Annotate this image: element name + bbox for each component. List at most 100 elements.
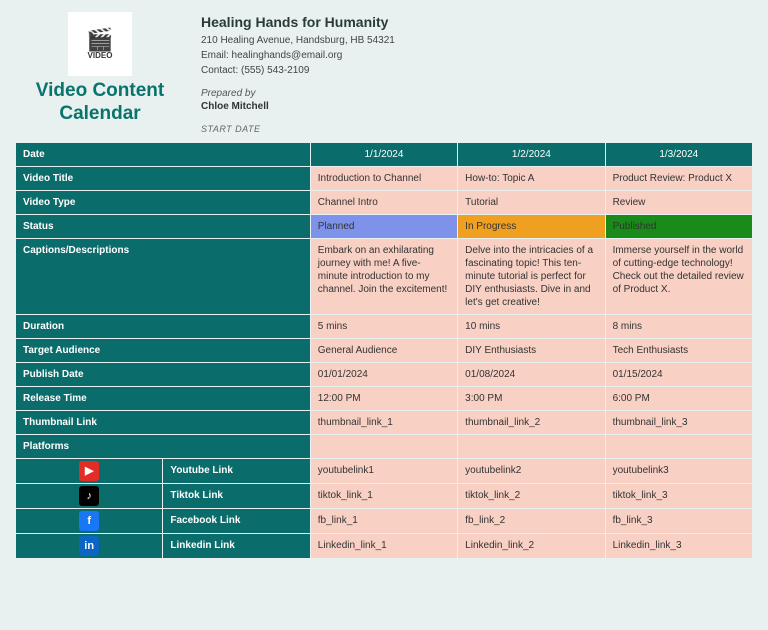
prepared-by-label: Prepared by: [201, 88, 753, 99]
cell-tiktok-2: tiktok_link_3: [605, 484, 752, 509]
header-audience: Target Audience: [16, 339, 311, 363]
org-contact: Contact: (555) 543-2109: [201, 63, 753, 78]
facebook-icon: f: [79, 511, 99, 531]
cell-platforms-1: [458, 435, 605, 459]
cell-thumb-1: thumbnail_link_2: [458, 411, 605, 435]
row-youtube: ▶ Youtube Link youtubelink1 youtubelink2…: [16, 459, 753, 484]
cell-facebook-1: fb_link_2: [458, 509, 605, 534]
cell-audience-1: DIY Enthusiasts: [458, 339, 605, 363]
org-name: Healing Hands for Humanity: [201, 14, 753, 30]
logo-text: VIDEO: [88, 51, 113, 60]
cell-title-1: How-to: Topic A: [458, 167, 605, 191]
cell-publish-1: 01/08/2024: [458, 363, 605, 387]
cell-caption-1: Delve into the intricacies of a fascinat…: [458, 239, 605, 315]
cell-publish-2: 01/15/2024: [605, 363, 752, 387]
cell-duration-2: 8 mins: [605, 315, 752, 339]
row-type: Video Type Channel Intro Tutorial Review: [16, 191, 753, 215]
tiktok-icon-cell: ♪: [16, 484, 163, 509]
cell-publish-0: 01/01/2024: [310, 363, 457, 387]
col-date-2: 1/3/2024: [605, 143, 752, 167]
row-audience: Target Audience General Audience DIY Ent…: [16, 339, 753, 363]
cell-youtube-1: youtubelink2: [458, 459, 605, 484]
cell-tiktok-1: tiktok_link_2: [458, 484, 605, 509]
cell-linkedin-0: Linkedin_link_1: [310, 534, 457, 559]
cell-release-2: 6:00 PM: [605, 387, 752, 411]
cell-caption-2: Immerse yourself in the world of cutting…: [605, 239, 752, 315]
linkedin-icon-cell: in: [16, 534, 163, 559]
cell-release-0: 12:00 PM: [310, 387, 457, 411]
prepared-by-block: Prepared by Chloe Mitchell: [201, 88, 753, 112]
cell-status-2: Published: [605, 215, 752, 239]
header-tiktok: Tiktok Link: [163, 484, 310, 509]
header-linkedin: Linkedin Link: [163, 534, 310, 559]
row-captions: Captions/Descriptions Embark on an exhil…: [16, 239, 753, 315]
prepared-by-name: Chloe Mitchell: [201, 101, 753, 112]
col-date-0: 1/1/2024: [310, 143, 457, 167]
cell-release-1: 3:00 PM: [458, 387, 605, 411]
org-email: Email: healinghands@email.org: [201, 48, 753, 63]
col-date-1: 1/2/2024: [458, 143, 605, 167]
header-type: Video Type: [16, 191, 311, 215]
org-address: 210 Healing Avenue, Handsburg, HB 54321: [201, 33, 753, 48]
cell-thumb-2: thumbnail_link_3: [605, 411, 752, 435]
cell-platforms-2: [605, 435, 752, 459]
row-status: Status Planned In Progress Published: [16, 215, 753, 239]
calendar-table: Date 1/1/2024 1/2/2024 1/3/2024 Video Ti…: [15, 142, 753, 559]
cell-status-0: Planned: [310, 215, 457, 239]
cell-facebook-2: fb_link_3: [605, 509, 752, 534]
row-publish: Publish Date 01/01/2024 01/08/2024 01/15…: [16, 363, 753, 387]
logo-block: 🎬 VIDEO Video Content Calendar: [15, 12, 185, 134]
app-title: Video Content Calendar: [36, 80, 164, 126]
cell-type-1: Tutorial: [458, 191, 605, 215]
cell-title-0: Introduction to Channel: [310, 167, 457, 191]
row-tiktok: ♪ Tiktok Link tiktok_link_1 tiktok_link_…: [16, 484, 753, 509]
header-title: Video Title: [16, 167, 311, 191]
cell-platforms-0: [310, 435, 457, 459]
cell-youtube-0: youtubelink1: [310, 459, 457, 484]
cell-audience-2: Tech Enthusiasts: [605, 339, 752, 363]
row-facebook: f Facebook Link fb_link_1 fb_link_2 fb_l…: [16, 509, 753, 534]
logo: 🎬 VIDEO: [68, 12, 132, 76]
header-platforms: Platforms: [16, 435, 311, 459]
cell-youtube-2: youtubelink3: [605, 459, 752, 484]
row-linkedin: in Linkedin Link Linkedin_link_1 Linkedi…: [16, 534, 753, 559]
clapper-icon: 🎬: [86, 29, 113, 51]
header-facebook: Facebook Link: [163, 509, 310, 534]
header-date: Date: [16, 143, 311, 167]
linkedin-icon: in: [79, 536, 99, 556]
cell-title-2: Product Review: Product X: [605, 167, 752, 191]
row-platforms: Platforms: [16, 435, 753, 459]
cell-thumb-0: thumbnail_link_1: [310, 411, 457, 435]
cell-linkedin-2: Linkedin_link_3: [605, 534, 752, 559]
header: 🎬 VIDEO Video Content Calendar Healing H…: [0, 0, 768, 142]
header-publish: Publish Date: [16, 363, 311, 387]
cell-type-0: Channel Intro: [310, 191, 457, 215]
org-block: Healing Hands for Humanity 210 Healing A…: [201, 12, 753, 134]
tiktok-icon: ♪: [79, 486, 99, 506]
row-duration: Duration 5 mins 10 mins 8 mins: [16, 315, 753, 339]
header-status: Status: [16, 215, 311, 239]
youtube-icon-cell: ▶: [16, 459, 163, 484]
app-title-line1: Video Content: [36, 80, 164, 101]
youtube-icon: ▶: [79, 461, 99, 481]
row-title: Video Title Introduction to Channel How-…: [16, 167, 753, 191]
cell-duration-0: 5 mins: [310, 315, 457, 339]
facebook-icon-cell: f: [16, 509, 163, 534]
cell-duration-1: 10 mins: [458, 315, 605, 339]
cell-tiktok-0: tiktok_link_1: [310, 484, 457, 509]
header-captions: Captions/Descriptions: [16, 239, 311, 315]
header-youtube: Youtube Link: [163, 459, 310, 484]
header-duration: Duration: [16, 315, 311, 339]
cell-linkedin-1: Linkedin_link_2: [458, 534, 605, 559]
row-date: Date 1/1/2024 1/2/2024 1/3/2024: [16, 143, 753, 167]
start-date-label: START DATE: [201, 124, 753, 134]
cell-facebook-0: fb_link_1: [310, 509, 457, 534]
cell-audience-0: General Audience: [310, 339, 457, 363]
cell-type-2: Review: [605, 191, 752, 215]
app-title-line2: Calendar: [59, 103, 140, 124]
row-release: Release Time 12:00 PM 3:00 PM 6:00 PM: [16, 387, 753, 411]
row-thumb: Thumbnail Link thumbnail_link_1 thumbnai…: [16, 411, 753, 435]
cell-status-1: In Progress: [458, 215, 605, 239]
header-release: Release Time: [16, 387, 311, 411]
cell-caption-0: Embark on an exhilarating journey with m…: [310, 239, 457, 315]
